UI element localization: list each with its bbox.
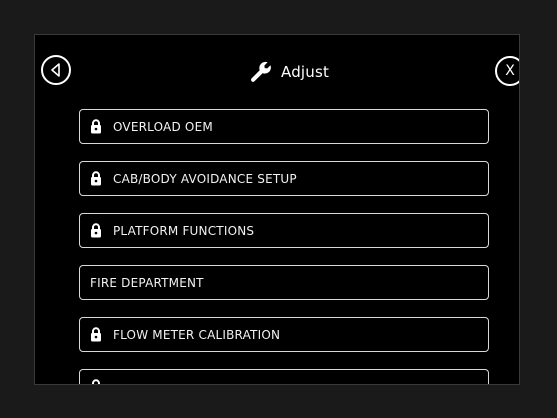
menu-item-label: PLATFORM FUNCTIONS (113, 223, 255, 238)
lock-icon (90, 379, 104, 384)
menu-item-label: FIRE DEPARTMENT (90, 275, 204, 290)
menu-item-overload-oem[interactable]: OVERLOAD OEM (79, 109, 489, 144)
page-title-text: Adjust (281, 63, 330, 81)
lock-icon (90, 223, 104, 239)
menu-item-fire-department[interactable]: FIRE DEPARTMENT (79, 265, 489, 300)
lock-icon (90, 119, 104, 135)
close-button[interactable]: X (495, 56, 519, 86)
menu-item-label: CAB/BODY AVOIDANCE SETUP (113, 171, 297, 186)
close-button-label: X (505, 63, 515, 79)
menu-item-platform-functions[interactable]: PLATFORM FUNCTIONS (79, 213, 489, 248)
lock-icon (90, 327, 104, 343)
lock-icon (90, 171, 104, 187)
menu-item-label: OVERLOAD OEM (113, 119, 213, 134)
screen-background: Adjust X OVERLOAD OEM CAB/BODY AVOIDANCE… (0, 0, 557, 418)
back-triangle-icon (51, 63, 60, 77)
adjust-panel: Adjust X OVERLOAD OEM CAB/BODY AVOIDANCE… (34, 34, 520, 385)
menu-item-partially-visible[interactable] (79, 369, 489, 384)
menu-item-label: FLOW METER CALIBRATION (113, 327, 281, 342)
page-title: Adjust (249, 59, 329, 85)
wrench-icon (251, 61, 271, 82)
back-button[interactable] (41, 55, 71, 85)
menu-item-flow-meter-calibration[interactable]: FLOW METER CALIBRATION (79, 317, 489, 352)
menu-item-cab-body-avoidance-setup[interactable]: CAB/BODY AVOIDANCE SETUP (79, 161, 489, 196)
